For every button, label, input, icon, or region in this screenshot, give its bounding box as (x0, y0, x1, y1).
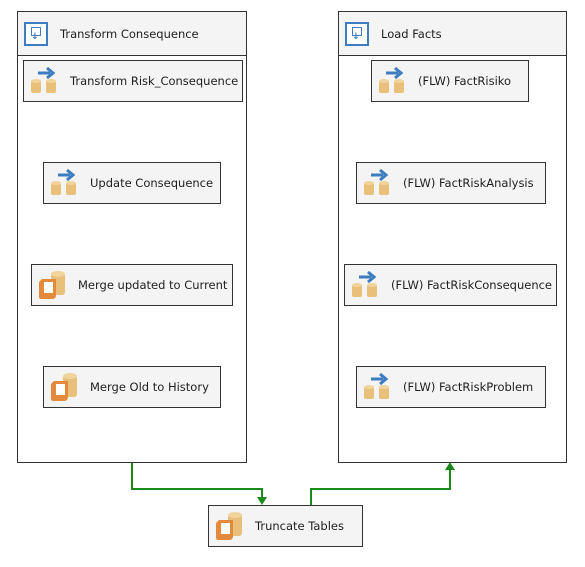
data-flow-task-icon (50, 168, 80, 198)
task-label: Truncate Tables (255, 519, 344, 533)
task-truncate-tables[interactable]: Truncate Tables (208, 505, 363, 547)
execute-sql-task-icon (50, 372, 80, 402)
container-title: Transform Consequence (60, 26, 199, 41)
task-transform-risk-consequence[interactable]: Transform Risk_Consequence (23, 60, 243, 102)
task-label: (FLW) FactRiskProblem (403, 380, 534, 394)
container-title: Load Facts (381, 26, 442, 41)
data-flow-task-icon (363, 372, 393, 402)
task-merge-old-to-history[interactable]: Merge Old to History (43, 366, 221, 408)
task-update-consequence[interactable]: Update Consequence (43, 162, 221, 204)
sequence-container-icon (345, 21, 369, 46)
task-flw-factriskproblem[interactable]: (FLW) FactRiskProblem (356, 366, 546, 408)
container-header[interactable]: Load Facts (339, 12, 566, 56)
task-label: (FLW) FactRiskConsequence (391, 278, 553, 292)
task-label: Merge Old to History (90, 380, 209, 394)
task-label: Merge updated to Current (78, 278, 228, 292)
execute-sql-task-icon (38, 270, 68, 300)
task-merge-updated-to-current[interactable]: Merge updated to Current (31, 264, 233, 306)
task-label: (FLW) FactRisiko (418, 74, 512, 88)
data-flow-task-icon (363, 168, 393, 198)
sequence-container-icon (24, 21, 48, 46)
task-flw-factriskconsequence[interactable]: (FLW) FactRiskConsequence (344, 264, 557, 306)
container-header[interactable]: Transform Consequence (18, 12, 246, 56)
task-label: Transform Risk_Consequence (70, 74, 239, 88)
task-label: Update Consequence (90, 176, 214, 190)
data-flow-task-icon (378, 66, 408, 96)
data-flow-task-icon (351, 270, 381, 300)
task-flw-factriskanalysis[interactable]: (FLW) FactRiskAnalysis (356, 162, 546, 204)
task-label: (FLW) FactRiskAnalysis (403, 176, 534, 190)
data-flow-task-icon (30, 66, 60, 96)
execute-sql-task-icon (215, 511, 245, 541)
task-flw-factrisiko[interactable]: (FLW) FactRisiko (371, 60, 529, 102)
